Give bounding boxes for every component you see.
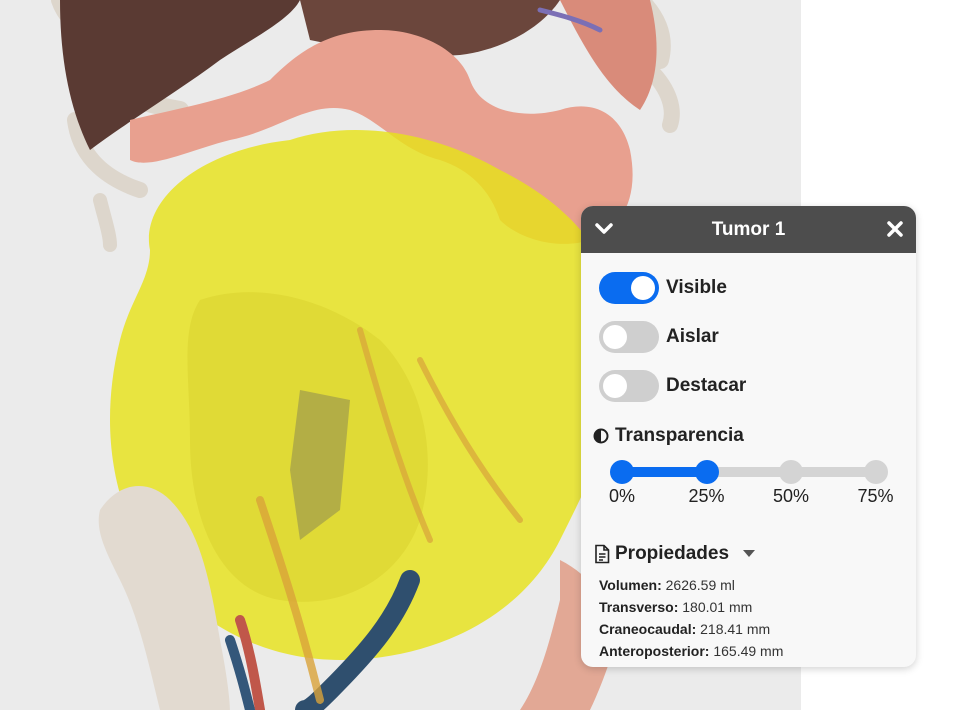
isolate-switch[interactable] [599,321,659,353]
property-value: 165.49 mm [713,643,784,659]
toggle-isolate[interactable]: Aislar [599,321,719,353]
property-row: Transverso: 180.01 mm [599,596,783,618]
panel-header: Tumor 1 [581,206,916,253]
toggle-visible[interactable]: Visible [599,272,727,304]
property-row: Craneocaudal: 218.41 mm [599,618,783,640]
object-panel: Tumor 1 Visible Aislar Destacar Transpar… [581,206,916,667]
contrast-icon [593,428,609,444]
property-key: Volumen: [599,577,662,593]
slider-stop-50[interactable] [779,460,803,484]
slider-tick-label: 0% [608,486,636,506]
slider-tick-label: 50% [772,486,810,506]
toggle-label: Aislar [666,326,719,347]
highlight-switch[interactable] [599,370,659,402]
properties-toggle[interactable]: Propiedades [593,543,756,565]
property-key: Craneocaudal: [599,621,697,637]
toggle-highlight[interactable]: Destacar [599,370,746,402]
slider-tick-label: 75% [857,486,894,506]
slider-stop-0[interactable] [610,460,634,484]
visible-switch[interactable] [599,272,659,304]
transparency-heading: Transparencia [593,425,744,447]
property-value: 218.41 mm [700,621,771,637]
property-row: Anteroposterior: 165.49 mm [599,640,783,662]
panel-title: Tumor 1 [711,218,786,240]
property-row: Volumen: 2626.59 ml [599,574,783,596]
chevron-down-icon[interactable] [593,218,615,240]
slider-stop-75[interactable] [863,460,888,484]
transparency-label: Transparencia [615,425,744,446]
property-key: Anteroposterior: [599,643,710,659]
toggle-label: Destacar [666,375,747,396]
close-icon[interactable] [884,218,906,240]
property-key: Transverso: [599,599,679,615]
slider-stop-25[interactable] [694,460,719,484]
property-value: 180.01 mm [682,599,753,615]
property-value: 2626.59 ml [665,577,735,593]
slider-tick-label: 25% [688,486,725,506]
document-icon [595,544,610,564]
caret-down-icon[interactable] [743,550,756,558]
properties-label: Propiedades [615,543,730,564]
properties-list: Volumen: 2626.59 ml Transverso: 180.01 m… [599,574,783,662]
transparency-slider[interactable] [609,459,889,484]
toggle-label: Visible [666,277,727,298]
